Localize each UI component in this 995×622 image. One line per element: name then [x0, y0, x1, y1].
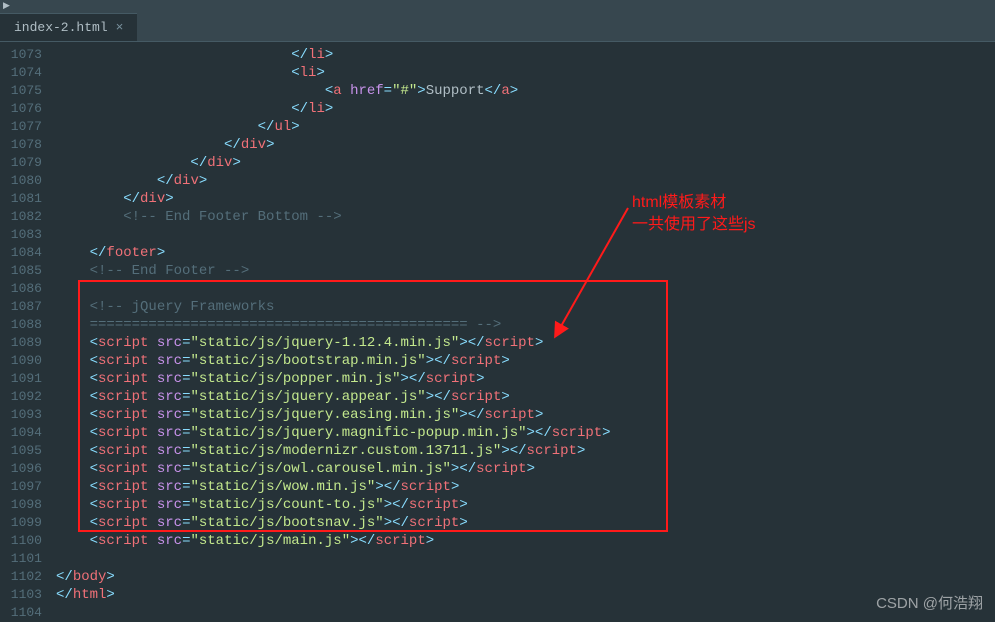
code-line: </div> — [56, 190, 995, 208]
tab-filename: index-2.html — [14, 20, 108, 35]
code-line — [56, 604, 995, 622]
editor-area[interactable]: 1073 1074 1075 1076 1077 1078 1079 1080 … — [0, 42, 995, 619]
code-line: <script src="static/js/popper.min.js"></… — [56, 370, 995, 388]
code-line: <script src="static/js/jquery.magnific-p… — [56, 424, 995, 442]
code-line: <script src="static/js/jquery-1.12.4.min… — [56, 334, 995, 352]
code-line: <script src="static/js/jquery.appear.js"… — [56, 388, 995, 406]
code-line: </li> — [56, 46, 995, 64]
code-line: <script src="static/js/bootsnav.js"></sc… — [56, 514, 995, 532]
code-line: </ul> — [56, 118, 995, 136]
code-line: <li> — [56, 64, 995, 82]
code-line: <script src="static/js/wow.min.js"></scr… — [56, 478, 995, 496]
code-line: <a href="#">Support</a> — [56, 82, 995, 100]
code-line: </div> — [56, 154, 995, 172]
top-toolbar: ▶ — [0, 0, 995, 12]
code-line: <script src="static/js/bootstrap.min.js"… — [56, 352, 995, 370]
close-icon[interactable]: × — [116, 20, 124, 35]
code-line: </html> — [56, 586, 995, 604]
code-line — [56, 226, 995, 244]
code-line — [56, 550, 995, 568]
code-content[interactable]: </li> <li> <a href="#">Support</a> </li>… — [50, 42, 995, 619]
code-line: </body> — [56, 568, 995, 586]
code-line: <script src="static/js/main.js"></script… — [56, 532, 995, 550]
code-line: <script src="static/js/jquery.easing.min… — [56, 406, 995, 424]
code-line: <script src="static/js/modernizr.custom.… — [56, 442, 995, 460]
code-line: </div> — [56, 172, 995, 190]
tab-file[interactable]: index-2.html × — [0, 13, 137, 41]
code-line: ========================================… — [56, 316, 995, 334]
code-line: </footer> — [56, 244, 995, 262]
tab-strip: index-2.html × — [0, 12, 995, 42]
code-line: <!-- End Footer Bottom --> — [56, 208, 995, 226]
code-line — [56, 280, 995, 298]
code-line: <!-- End Footer --> — [56, 262, 995, 280]
play-icon[interactable]: ▶ — [3, 1, 13, 11]
code-line: <!-- jQuery Frameworks — [56, 298, 995, 316]
code-line: <script src="static/js/count-to.js"></sc… — [56, 496, 995, 514]
code-line: </li> — [56, 100, 995, 118]
line-number-gutter: 1073 1074 1075 1076 1077 1078 1079 1080 … — [0, 42, 50, 619]
code-line: </div> — [56, 136, 995, 154]
code-line: <script src="static/js/owl.carousel.min.… — [56, 460, 995, 478]
